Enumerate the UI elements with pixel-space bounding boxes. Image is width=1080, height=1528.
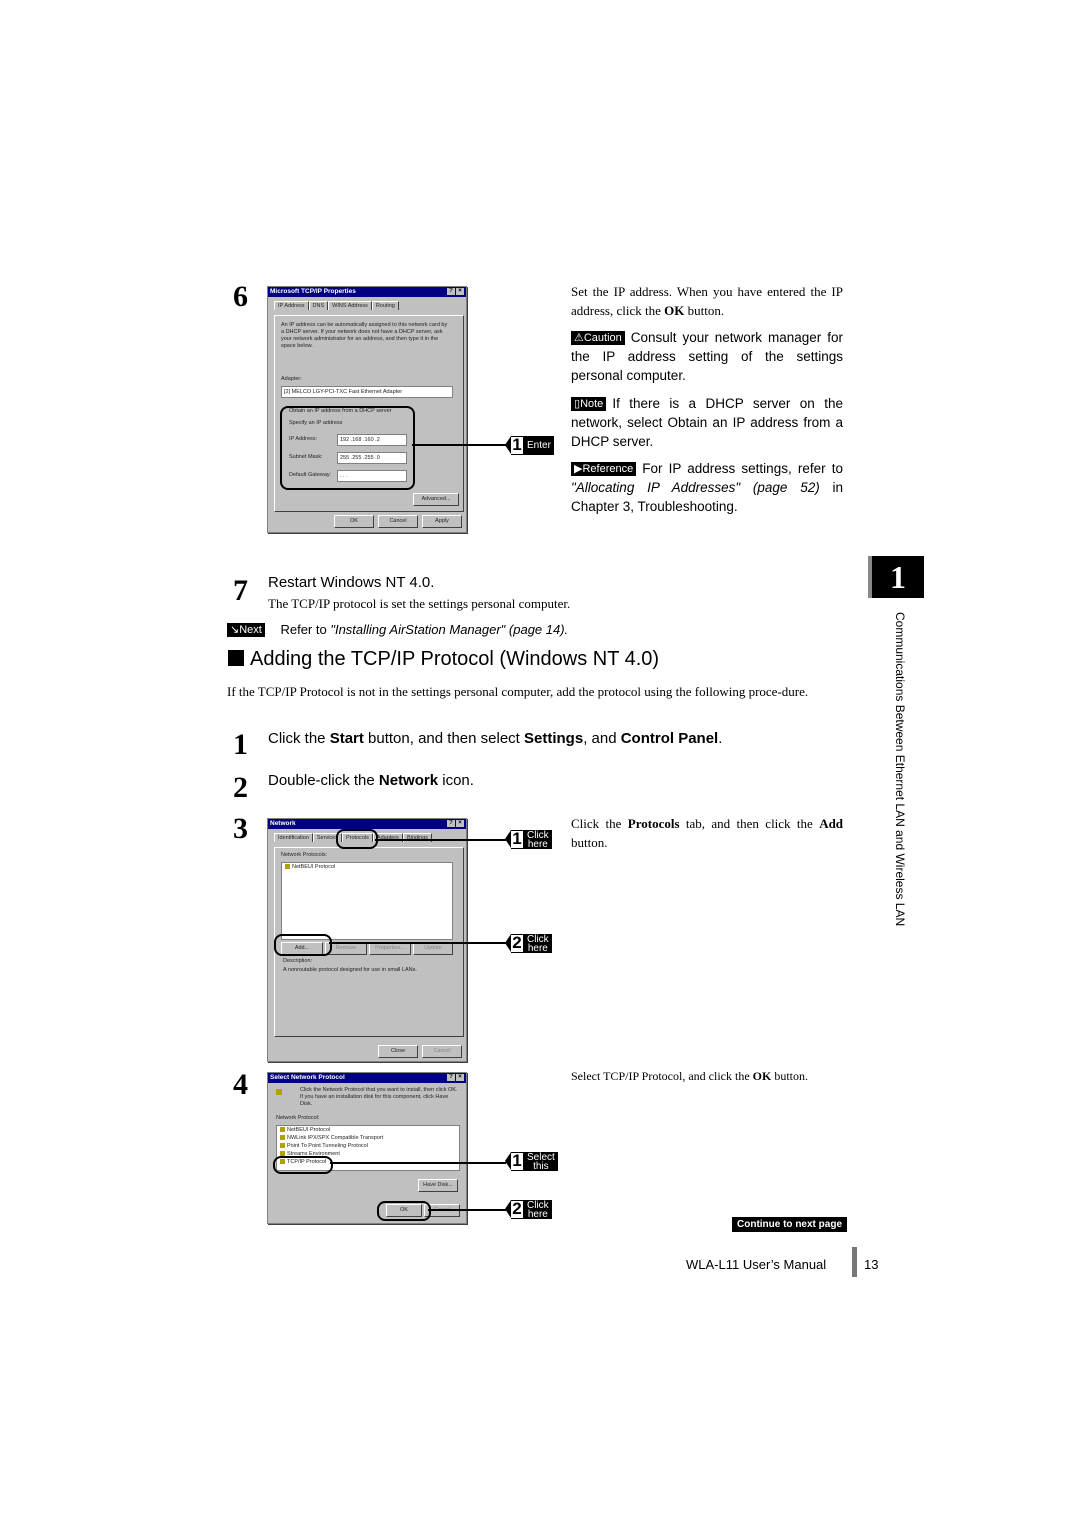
tab-bar: IP Address DNS WINS Address Routing — [274, 301, 466, 310]
leader-line — [412, 444, 506, 446]
close-button[interactable]: Close — [378, 1045, 418, 1058]
reference-link[interactable]: "Allocating IP Addresses" (page 52) — [571, 480, 820, 495]
cancel-button[interactable]: Cancel — [378, 515, 418, 528]
highlight-oval — [280, 406, 415, 490]
leader-line — [428, 1209, 506, 1211]
arrow-icon: ↘ — [230, 624, 240, 636]
next-badge: ↘Next — [227, 623, 265, 637]
step2-instruction: Double-click the Network icon. — [268, 772, 474, 789]
help-icon[interactable]: ? — [447, 1074, 455, 1081]
tab-wins-address[interactable]: WINS Address — [328, 301, 372, 310]
dhcp-description: An IP address can be automatically assig… — [281, 322, 448, 349]
callout-click-here: 2 Click here — [505, 1200, 552, 1219]
manual-page: 6 Microsoft TCP/IP Properties ? × IP Add… — [0, 0, 1080, 1528]
step6-instruction: Set the IP address. When you have entere… — [571, 284, 843, 318]
step1-instruction: Click the Start button, and then select … — [268, 730, 723, 747]
step-number: 7 — [233, 574, 248, 607]
step3-instruction: Click the Protocols tab, and then click … — [571, 816, 844, 850]
continue-badge: Continue to next page — [732, 1217, 847, 1232]
advanced-button[interactable]: Advanced... — [413, 493, 459, 506]
chapter-title: Communications Between Ethernet LAN and … — [893, 612, 907, 927]
step-number: 2 — [233, 771, 248, 804]
step-number: 1 — [233, 728, 248, 761]
caution-block: ⚠Caution Consult your network manager for… — [571, 330, 843, 383]
select-network-protocol-dialog: Select Network Protocol ? × Click the Ne… — [267, 1072, 467, 1224]
step-number: 3 — [233, 812, 248, 845]
tab-routing[interactable]: Routing — [371, 301, 399, 310]
leader-line — [329, 942, 506, 944]
section-heading: Adding the TCP/IP Protocol (Windows NT 4… — [228, 648, 659, 671]
list-item[interactable]: NetBEUI Protocol — [282, 863, 452, 871]
protocol-icon — [280, 1127, 285, 1133]
footer-divider — [852, 1247, 857, 1277]
leader-line — [330, 1162, 506, 1164]
next-block: ↘Next Refer to "Installing AirStation Ma… — [227, 622, 568, 637]
apply-button[interactable]: Apply — [422, 515, 462, 528]
dialog-instruction: Click the Network Protocol that you want… — [300, 1087, 458, 1107]
help-icon[interactable]: ? — [447, 820, 455, 827]
note-block: ▯Note If there is a DHCP server on the ne… — [571, 396, 843, 449]
chapter-tab: 1 — [868, 556, 924, 598]
page-number: 13 — [864, 1257, 879, 1272]
section-intro: If the TCP/IP Protocol is not in the set… — [227, 684, 809, 699]
caution-badge: ⚠Caution — [571, 331, 625, 345]
adapter-select[interactable]: [2] MELCO LGY-PCI-TXC Fast Ethernet Adap… — [281, 386, 453, 398]
list-item[interactable]: NetBEUI Protocol — [277, 1126, 459, 1134]
callout-click-here-2: 2 Click here — [505, 934, 552, 953]
dialog-titlebar: Microsoft TCP/IP Properties ? × — [268, 287, 466, 297]
dialog-titlebar: Network ? × — [268, 819, 466, 829]
description-text: A nonroutable protocol designed for use … — [283, 967, 417, 973]
cancel-button[interactable]: Cancel — [422, 1045, 462, 1058]
help-icon[interactable]: ? — [447, 288, 455, 295]
dialog-title: Network — [270, 820, 296, 827]
step7-title: Restart Windows NT 4.0. — [268, 574, 435, 591]
callout-click-here-1: 1 Click here — [505, 830, 552, 849]
callout-select-this: 1 Select this — [505, 1152, 558, 1171]
network-protocol-icon — [276, 1089, 286, 1097]
callout-enter: 1 Enter — [505, 436, 554, 455]
step4-instruction: Select TCP/IP Protocol, and click the OK… — [571, 1069, 808, 1083]
highlight-oval — [336, 829, 378, 849]
protocol-icon — [280, 1143, 285, 1149]
list-item[interactable]: NWLink IPX/SPX Compatible Transport — [277, 1134, 459, 1142]
next-link[interactable]: "Installing AirStation Manager" (page 14… — [330, 622, 568, 637]
step-number: 4 — [233, 1068, 248, 1101]
close-icon[interactable]: × — [456, 820, 464, 827]
footer-manual-title: WLA-L11 User’s Manual — [686, 1257, 827, 1272]
dialog-titlebar: Select Network Protocol ? × — [268, 1073, 466, 1083]
adapter-label: Adapter: — [281, 376, 302, 382]
network-protocol-label: Network Protocol: — [276, 1115, 320, 1121]
protocol-icon — [285, 864, 290, 870]
reference-block: ▶Reference For IP address settings, refer… — [571, 461, 843, 514]
tab-identification[interactable]: Identification — [274, 833, 313, 842]
reference-badge: ▶Reference — [571, 462, 637, 476]
dialog-title: Microsoft TCP/IP Properties — [270, 288, 356, 295]
close-icon[interactable]: × — [456, 1074, 464, 1081]
highlight-oval — [273, 1156, 333, 1174]
tab-ip-address[interactable]: IP Address — [274, 301, 309, 310]
highlight-oval — [274, 934, 332, 956]
description-label: Description: — [283, 958, 313, 964]
protocol-list[interactable]: NetBEUI Protocol — [281, 862, 453, 940]
network-protocols-label: Network Protocols: — [281, 852, 328, 858]
protocol-icon — [280, 1135, 285, 1141]
note-badge: ▯Note — [571, 397, 607, 411]
close-icon[interactable]: × — [456, 288, 464, 295]
square-bullet-icon — [228, 650, 244, 666]
have-disk-button[interactable]: Have Disk... — [418, 1179, 458, 1192]
ok-button[interactable]: OK — [334, 515, 374, 528]
step-number: 6 — [233, 280, 248, 313]
list-item[interactable]: Point To Point Tunneling Protocol — [277, 1142, 459, 1150]
highlight-oval — [377, 1201, 431, 1221]
step7-subtext: The TCP/IP protocol is set the settings … — [268, 596, 571, 611]
leader-line — [375, 839, 506, 841]
dialog-title: Select Network Protocol — [270, 1074, 345, 1081]
tab-dns[interactable]: DNS — [308, 301, 329, 310]
